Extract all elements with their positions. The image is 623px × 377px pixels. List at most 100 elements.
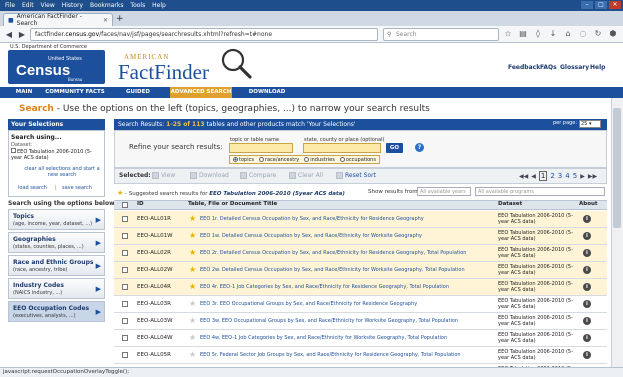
geography-input[interactable]	[303, 143, 381, 153]
menu-file[interactable]: File	[5, 2, 15, 9]
close-tab-icon[interactable]: ✕	[103, 17, 108, 24]
census-logo[interactable]: United States Census Bureau	[8, 50, 105, 84]
row-checkbox[interactable]	[122, 250, 128, 256]
column-id[interactable]: ID	[137, 201, 144, 207]
row-checkbox[interactable]	[122, 233, 128, 239]
last-page-icon[interactable]: ▶▶	[588, 173, 597, 180]
info-icon[interactable]: i	[583, 266, 591, 274]
option-geographies[interactable]: Geographies (states, counties, places, .…	[8, 232, 105, 253]
tab-guided-search[interactable]: GUIDED SEARCH	[113, 87, 163, 106]
prev-page-icon[interactable]: ◀	[531, 173, 536, 180]
view-button[interactable]: View	[152, 172, 175, 179]
row-title-link[interactable]: EEO 4w. EEO-1 Job Categories by Sex, and…	[200, 335, 447, 341]
table-row[interactable]: EEO-ALL03R ★ EEO 3r. EEO Occupational Grou…	[114, 296, 607, 313]
info-icon[interactable]: i	[583, 351, 591, 359]
row-checkbox[interactable]	[122, 301, 128, 307]
info-icon[interactable]: i	[583, 249, 591, 257]
sync-icon[interactable]: ↻	[593, 29, 603, 39]
table-row[interactable]: EEO-ALL04R ★ EEO 4r. EEO-1 Job Categories …	[114, 279, 607, 296]
browser-search-input[interactable]: ⚲ Search	[383, 28, 499, 41]
table-row[interactable]: EEO-ALL04W ★ EEO 4w. EEO-1 Job Categories …	[114, 330, 607, 347]
faqs-link[interactable]: FAQs	[540, 64, 557, 71]
info-icon[interactable]: i	[583, 215, 591, 223]
row-checkbox[interactable]	[122, 352, 128, 358]
page-link[interactable]: 1	[538, 171, 548, 181]
forward-icon[interactable]: ▶	[16, 29, 28, 40]
info-icon[interactable]: i	[583, 300, 591, 308]
option-topics[interactable]: Topics (age, income, year, dataset, ...)…	[8, 209, 105, 230]
tab-advanced-search[interactable]: ADVANCED SEARCH	[170, 87, 232, 98]
row-checkbox[interactable]	[122, 335, 128, 341]
row-checkbox[interactable]	[122, 318, 128, 324]
info-icon[interactable]: i	[583, 317, 591, 325]
years-select[interactable]: All available years	[417, 187, 471, 196]
row-title-link[interactable]: EEO 5r. Federal Sector Job Groups by Sex…	[200, 352, 461, 358]
minimize-icon[interactable]: –	[581, 1, 593, 9]
tab-community-facts[interactable]: COMMUNITY FACTS	[44, 87, 106, 98]
radio-occupations[interactable]: occupations	[339, 157, 376, 163]
row-title-link[interactable]: EEO 2r. Detailed Census Occupation by Se…	[200, 250, 466, 256]
next-page-icon[interactable]: ▶	[580, 173, 585, 180]
page-link[interactable]: 5	[573, 172, 577, 180]
pocket-icon[interactable]: ◊	[533, 29, 543, 39]
table-row[interactable]: EEO-ALL05R ★ EEO 5r. Federal Sector Job Gr…	[114, 347, 607, 364]
menu-help[interactable]: Help	[152, 2, 166, 9]
row-checkbox[interactable]	[122, 267, 128, 273]
factfinder-logo[interactable]: FactFinder	[118, 60, 209, 85]
load-search-link[interactable]: load search	[18, 185, 47, 191]
row-title-link[interactable]: EEO 1r. Detailed Census Occupation by Se…	[200, 216, 424, 222]
row-title-link[interactable]: EEO 4r. EEO-1 Job Categories by Sex, and…	[200, 284, 449, 290]
home-icon[interactable]: ⌂	[563, 29, 573, 39]
row-title-link[interactable]: EEO 2w. Detailed Census Occupation by Se…	[200, 267, 465, 273]
radio-industries[interactable]: industries	[304, 157, 335, 163]
row-title-link[interactable]: EEO 1w. Detailed Census Occupation by Se…	[200, 233, 422, 239]
feedback-link[interactable]: Feedback	[508, 64, 540, 71]
url-bar[interactable]: factfinder.census.gov/faces/nav/jsf/page…	[30, 28, 378, 41]
clear-selections-link[interactable]: clear all selections and start a new sea…	[23, 166, 101, 178]
table-row[interactable]: EEO-ALL03W ★ EEO 3w. EEO Occupational Grou…	[114, 313, 607, 330]
row-checkbox[interactable]	[122, 216, 128, 222]
table-row[interactable]: EEO-ALL02W ★ EEO 2w. Detailed Census Occup…	[114, 262, 607, 279]
menu-bookmarks[interactable]: Bookmarks	[90, 2, 124, 9]
info-icon[interactable]: i	[583, 334, 591, 342]
option-eeo-occupation-codes[interactable]: EEO Occupation Codes (executives, analys…	[8, 301, 105, 322]
info-icon[interactable]: i	[583, 232, 591, 240]
download-icon[interactable]: ↓	[548, 29, 558, 39]
row-checkbox[interactable]	[122, 284, 128, 290]
option-industry-codes[interactable]: Industry Codes (NAICS industry, ...) ▶	[8, 278, 105, 299]
menu-history[interactable]: History	[62, 2, 83, 9]
table-row[interactable]: EEO-ALL01W ★ EEO 1w. Detailed Census Occup…	[114, 228, 607, 245]
dataset-checkbox[interactable]	[11, 148, 16, 153]
help-icon[interactable]: ?	[415, 143, 424, 152]
menu-edit[interactable]: Edit	[22, 2, 34, 9]
download-button[interactable]: Download	[190, 172, 229, 179]
row-title-link[interactable]: EEO 3r. EEO Occupational Groups by Sex, …	[200, 301, 417, 307]
maximize-icon[interactable]: □	[595, 1, 607, 9]
dataset-selection[interactable]: EEO Tabulation 2006-2010 (5-year ACS dat…	[11, 148, 99, 161]
clear-all-button[interactable]: Clear All	[289, 172, 323, 179]
table-row[interactable]: EEO-ALL02R ★ EEO 2r. Detailed Census Occup…	[114, 245, 607, 262]
addon-icon[interactable]: ⬢	[608, 29, 618, 39]
menu-view[interactable]: View	[41, 2, 55, 9]
chat-icon[interactable]: ◌	[578, 29, 588, 39]
first-page-icon[interactable]: ◀◀	[519, 173, 528, 180]
tab-main[interactable]: MAIN	[10, 87, 38, 98]
page-link[interactable]: 2	[550, 172, 554, 180]
help-link[interactable]: Help	[590, 64, 605, 71]
topic-input[interactable]	[229, 143, 293, 153]
row-title-link[interactable]: EEO 3w. EEO Occupational Groups by Sex, …	[200, 318, 458, 324]
scrollbar-thumb[interactable]	[613, 108, 621, 228]
radio-topics[interactable]: topics	[233, 157, 254, 163]
go-button[interactable]: GO	[386, 143, 403, 153]
radio-race-ancestry[interactable]: race/ancestry	[258, 157, 299, 163]
column-title[interactable]: Table, File or Document Title	[188, 201, 277, 207]
page-link[interactable]: 4	[565, 172, 569, 180]
reading-list-icon[interactable]: ▤	[518, 29, 528, 39]
star-bookmark-icon[interactable]: ☆	[503, 29, 513, 39]
browser-tab[interactable]: ■ American FactFinder - Search ✕	[3, 13, 113, 27]
option-race-ethnic[interactable]: Race and Ethnic Groups (race, ancestry, …	[8, 255, 105, 276]
new-tab-icon[interactable]: +	[116, 14, 124, 24]
save-search-link[interactable]: save search	[62, 185, 92, 191]
programs-select[interactable]: All available programs	[475, 187, 605, 196]
back-icon[interactable]: ◀	[3, 29, 15, 40]
